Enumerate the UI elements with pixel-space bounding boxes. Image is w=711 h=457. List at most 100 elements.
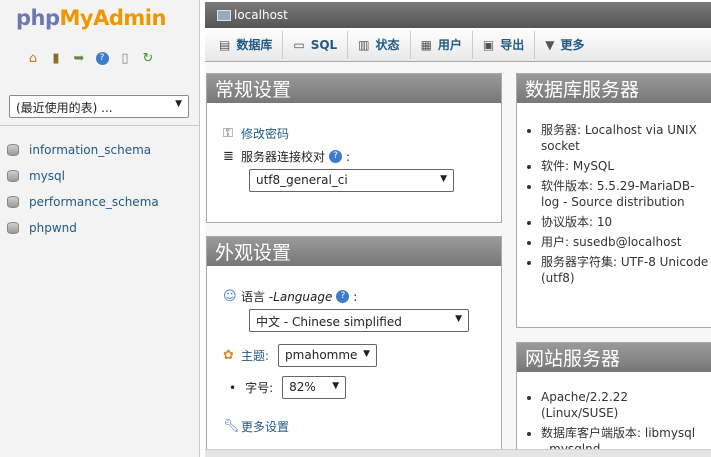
horizontal-scrollbar[interactable] [205, 449, 711, 457]
database-name: mysql [29, 169, 65, 183]
chevron-down-icon: ▼ [440, 174, 447, 184]
server-info-item: 软件: MySQL [541, 158, 711, 174]
database-icon [7, 222, 19, 234]
database-icon [7, 144, 19, 156]
palette-icon: ✿ [223, 348, 234, 363]
database-server-panel: 数据库服务器 服务器: Localhost via UNIX socket 软件… [516, 73, 711, 328]
collation-row: ≣ 服务器连接校对 ? : [223, 148, 350, 165]
bullet: • [229, 380, 237, 395]
recent-tables-value: (最近使用的表) ... [16, 101, 113, 115]
database-icon: ▤ [219, 37, 231, 52]
key-icon: ⚿ [223, 126, 233, 141]
divider [0, 125, 199, 126]
chevron-down-icon: ▼ [332, 381, 340, 391]
font-size-label: 字号: [245, 381, 274, 395]
font-size-row: • 字号: 82% ▼ [229, 376, 347, 399]
chevron-down-icon: ▼ [455, 314, 462, 324]
database-icon [7, 196, 19, 208]
database-name: phpwnd [29, 221, 77, 235]
database-name: information_schema [29, 143, 152, 157]
chevron-down-icon: ▼ [175, 99, 182, 109]
tab-label: 用户 [437, 38, 462, 52]
server-icon [217, 9, 231, 21]
main-content: 常规设置 ⚿ 修改密码 ≣ 服务器连接校对 ? : utf8_general_c… [205, 62, 711, 457]
logout-icon[interactable]: ▮ [47, 50, 65, 66]
database-icon [7, 170, 19, 182]
chevron-down-icon: ▼ [363, 349, 371, 359]
theme-row: ✿ 主题: pmahomme ▼ [223, 344, 378, 367]
tab-status[interactable]: ▥ 状态 [348, 30, 411, 59]
docs-icon[interactable]: ▯ [116, 50, 134, 66]
tab-more[interactable]: ▼ 更多 [535, 31, 594, 59]
phpmyadmin-logo[interactable]: phpMyAdmin [16, 6, 166, 30]
main-tabs: ▤ 数据库 ▭ SQL ▥ 状态 ▦ 用户 ▣ 导出 ▼ 更多 [205, 28, 711, 62]
export-icon: ▣ [482, 37, 495, 52]
database-item[interactable]: phpwnd [0, 215, 159, 241]
general-settings-panel: 常规设置 ⚿ 修改密码 ≣ 服务器连接校对 ? : utf8_general_c… [206, 73, 502, 223]
theme-value: pmahomme [285, 348, 358, 362]
language-label: 语言 - [241, 290, 274, 304]
navigation-panel: phpMyAdmin ⌂ ▮ ➥ ? ▯ ↻ (最近使用的表) ... ▼ in… [0, 0, 200, 457]
appearance-settings-panel: 外观设置 ☺ 语言 - Language ? : 中文 - Chinese si… [206, 236, 502, 457]
tab-label: 导出 [500, 38, 525, 52]
more-settings-link[interactable]: 更多设置 [241, 418, 289, 435]
change-password-link[interactable]: 修改密码 [241, 125, 289, 142]
theme-link[interactable]: 主题: [241, 347, 269, 364]
tab-users[interactable]: ▦ 用户 [411, 30, 473, 59]
server-info-item: 软件版本: 5.5.29-MariaDB-log - Source distri… [541, 178, 711, 210]
server-info-item: 服务器字符集: UTF-8 Unicode (utf8) [541, 254, 711, 286]
server-breadcrumb: localhost [205, 2, 711, 28]
tab-label: 更多 [560, 38, 585, 52]
tab-databases[interactable]: ▤ 数据库 [209, 30, 284, 59]
language-value: 中文 - Chinese simplified [256, 315, 402, 329]
font-size-value: 82% [289, 380, 316, 394]
status-icon: ▥ [358, 37, 370, 52]
logo-php-text: php [16, 6, 60, 30]
server-link[interactable]: localhost [234, 8, 288, 22]
database-list: information_schema mysql performance_sch… [0, 137, 159, 241]
home-icon[interactable]: ⌂ [24, 50, 42, 66]
tab-sql[interactable]: ▭ SQL [283, 30, 349, 59]
collation-label: 服务器连接校对 [241, 150, 326, 164]
recent-tables-select[interactable]: (最近使用的表) ... ▼ [9, 95, 189, 118]
language-row: ☺ 语言 - Language ? : [223, 288, 357, 305]
web-server-info: Apache/2.2.22 (Linux/SUSE) 数据库客户端版本: lib… [541, 389, 701, 457]
language-icon: ☺ [223, 289, 237, 304]
users-icon: ▦ [420, 37, 432, 52]
theme-select[interactable]: pmahomme ▼ [278, 344, 378, 367]
tab-label: SQL [310, 37, 338, 52]
reload-icon[interactable]: ↻ [139, 50, 157, 66]
tab-export[interactable]: ▣ 导出 [473, 30, 536, 59]
database-name: performance_schema [29, 195, 159, 209]
web-server-info-item: Apache/2.2.22 (Linux/SUSE) [541, 389, 701, 421]
colon: : [349, 289, 358, 304]
panel-title: 外观设置 [207, 237, 501, 266]
database-item[interactable]: mysql [0, 163, 159, 189]
panel-title: 常规设置 [207, 74, 501, 103]
collation-value: utf8_general_ci [256, 173, 348, 187]
collation-select[interactable]: utf8_general_ci ▼ [249, 169, 454, 192]
tab-label: 状态 [375, 38, 400, 52]
tab-label: 数据库 [236, 38, 273, 52]
change-password-row: ⚿ 修改密码 [223, 125, 289, 142]
wrench-icon: 🔧︎ [223, 419, 240, 434]
colon: : [342, 149, 350, 164]
language-select[interactable]: 中文 - Chinese simplified ▼ [249, 309, 469, 332]
help-icon[interactable]: ? [336, 290, 350, 303]
query-window-icon[interactable]: ➥ [70, 50, 88, 66]
font-size-select[interactable]: 82% ▼ [282, 376, 347, 399]
more-settings-row: 🔧︎ 更多设置 [223, 418, 289, 435]
server-info-item: 用户: susedb@localhost [541, 234, 711, 250]
quick-icons: ⌂ ▮ ➥ ? ▯ ↻ [24, 50, 157, 66]
server-info-item: 服务器: Localhost via UNIX socket [541, 122, 711, 154]
sql-icon: ▭ [293, 37, 305, 52]
server-info-item: 协议版本: 10 [541, 214, 711, 230]
database-item[interactable]: information_schema [0, 137, 159, 163]
help-icon[interactable]: ? [329, 150, 343, 163]
language-word: Language [273, 289, 333, 304]
logo-myadmin-text: MyAdmin [59, 6, 167, 30]
more-icon: ▼ [545, 37, 555, 52]
help-icon[interactable]: ? [93, 50, 111, 66]
database-item[interactable]: performance_schema [0, 189, 159, 215]
panel-title: 数据库服务器 [517, 74, 711, 103]
